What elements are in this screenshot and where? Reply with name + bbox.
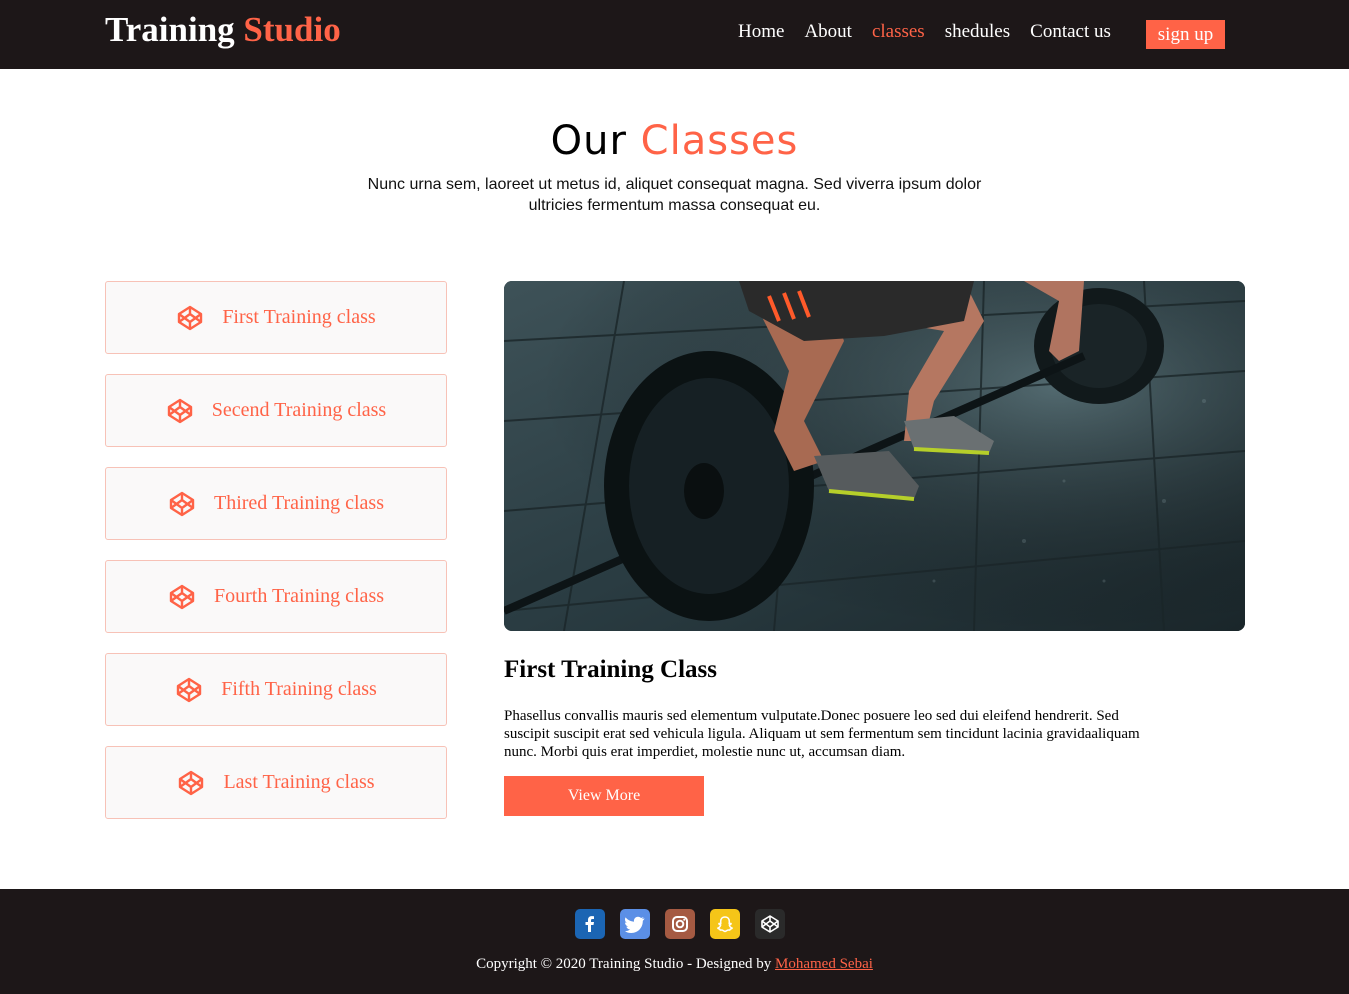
copyright: Copyright © 2020 Training Studio - Desig… (0, 956, 1349, 973)
class-detail-description: Phasellus convallis mauris sed elementum… (504, 708, 1140, 760)
brand-part1: Training (105, 10, 235, 49)
class-item-label: Secend Training class (211, 399, 387, 421)
section-subtitle: Nunc urna sem, laoreet ut metus id, aliq… (367, 176, 982, 214)
class-item-fourth[interactable]: Fourth Training class (105, 560, 447, 633)
codepen-icon (168, 490, 196, 518)
instagram-icon[interactable] (665, 909, 695, 939)
codepen-icon (176, 304, 204, 332)
social-links (575, 909, 800, 939)
footer: Copyright © 2020 Training Studio - Desig… (0, 889, 1349, 994)
author-link[interactable]: Mohamed Sebai (775, 956, 873, 972)
view-more-button[interactable]: View More (504, 776, 704, 816)
brand-logo[interactable]: Training Studio (105, 10, 341, 50)
class-detail-title: First Training Class (504, 656, 717, 683)
codepen-icon[interactable] (755, 909, 785, 939)
nav-about[interactable]: About (804, 21, 852, 43)
class-item-first[interactable]: First Training class (105, 281, 447, 354)
nav-classes[interactable]: classes (872, 21, 925, 43)
nav-home[interactable]: Home (738, 21, 784, 43)
class-item-fifth[interactable]: Fifth Training class (105, 653, 447, 726)
class-item-label: Last Training class (223, 771, 375, 793)
codepen-icon (166, 397, 194, 425)
codepen-icon (175, 676, 203, 704)
class-item-last[interactable]: Last Training class (105, 746, 447, 819)
section-title: Our Classes (0, 118, 1349, 164)
copyright-text: Copyright © 2020 Training Studio - Desig… (476, 956, 772, 972)
navbar: Training Studio Home About classes shedu… (0, 0, 1349, 69)
class-item-label: Fourth Training class (213, 585, 385, 607)
class-item-label: First Training class (222, 306, 376, 328)
class-item-third[interactable]: Thired Training class (105, 467, 447, 540)
twitter-icon[interactable] (620, 909, 650, 939)
class-item-label: Fifth Training class (221, 678, 377, 700)
section-title-part2: Classes (640, 118, 799, 164)
signup-button[interactable]: sign up (1146, 20, 1225, 49)
class-item-label: Thired Training class (214, 492, 384, 514)
class-list: First Training class Secend Training cla… (105, 281, 447, 839)
class-photo (504, 281, 1245, 631)
class-item-second[interactable]: Secend Training class (105, 374, 447, 447)
nav-shedules[interactable]: shedules (945, 21, 1010, 43)
section-title-part1: Our (550, 118, 627, 164)
codepen-icon (168, 583, 196, 611)
weightlifter-barbell-photo (504, 281, 1245, 631)
brand-part2: Studio (243, 10, 341, 49)
facebook-icon[interactable] (575, 909, 605, 939)
snapchat-icon[interactable] (710, 909, 740, 939)
codepen-icon (177, 769, 205, 797)
nav-contact[interactable]: Contact us (1030, 21, 1111, 43)
main-nav: Home About classes shedules Contact us s… (738, 20, 1225, 49)
